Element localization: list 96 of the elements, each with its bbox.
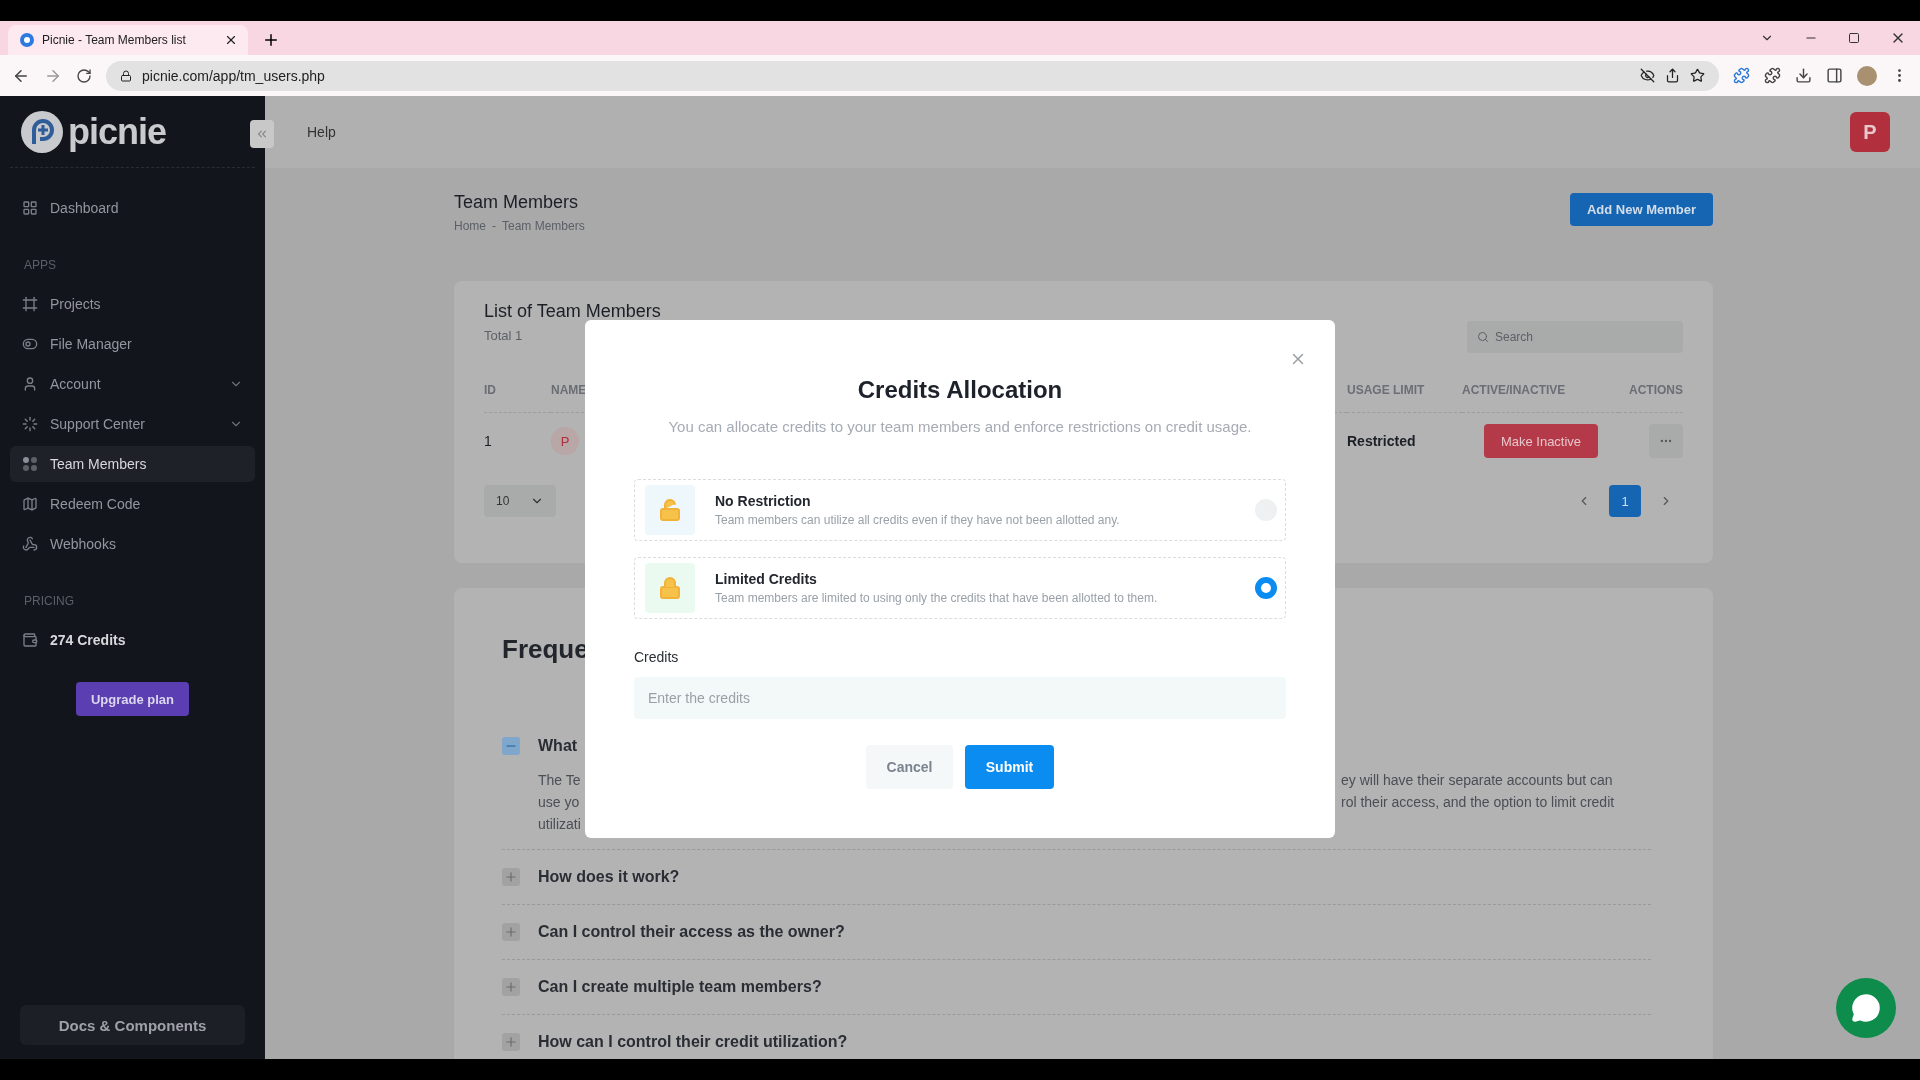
column-header: ACTIONS — [1619, 383, 1683, 413]
faq-question[interactable]: Can I create multiple team members? — [538, 978, 822, 996]
page-size-select[interactable]: 10 — [484, 485, 556, 517]
docs-button[interactable]: Docs & Components — [20, 1005, 245, 1045]
restriction-option[interactable]: Limited Credits Team members are limited to using only the credits that have been allotted to them. — [634, 557, 1286, 619]
extension-icon[interactable] — [1733, 67, 1750, 84]
table-cell-text: 1 — [484, 432, 493, 451]
plus-icon — [504, 925, 518, 939]
answer-text: use yo — [538, 793, 580, 812]
collapse-toggle[interactable] — [502, 737, 520, 755]
credits-label: Credits — [634, 649, 680, 665]
radio-button[interactable] — [1255, 577, 1277, 599]
faq-question[interactable]: How can I control their credit utilization? — [538, 1033, 848, 1051]
option-description: Team members are limited to using only the credits that have been allotted to them. — [715, 591, 1159, 605]
restriction-option[interactable]: No Restriction Team members can utilize all credits even if they have not been allotted any. — [634, 479, 1286, 541]
expand-toggle[interactable] — [502, 923, 520, 941]
wallet-icon — [22, 632, 38, 648]
reload-icon[interactable] — [76, 67, 92, 84]
favicon-icon — [20, 33, 34, 47]
card-title: List of Team Members — [484, 301, 661, 322]
submit-button[interactable]: Submit — [965, 745, 1054, 789]
sidebar-item[interactable]: Webhooks — [10, 526, 255, 562]
answer-text: utilizati — [538, 815, 581, 834]
restore-icon[interactable] — [1848, 32, 1860, 44]
lock-icon — [120, 69, 132, 82]
star-icon[interactable] — [1690, 68, 1705, 83]
breadcrumb-item: Team Members — [502, 219, 585, 233]
plus-icon — [504, 1035, 518, 1049]
map-icon — [22, 496, 38, 512]
faq-question[interactable]: How does it work? — [538, 868, 680, 886]
column-header: USAGE LIMIT — [1347, 383, 1462, 413]
padlock-icon — [645, 563, 695, 613]
answer-text: The Te — [538, 771, 581, 790]
logo-icon — [20, 109, 64, 154]
faq-title: Freque — [502, 634, 589, 664]
expand-toggle[interactable] — [502, 868, 520, 886]
new-tab-icon[interactable] — [262, 31, 280, 49]
sidebar-item[interactable]: Dashboard — [10, 190, 255, 226]
unlocked-padlock-icon — [645, 485, 695, 535]
breadcrumb-separator: - — [492, 219, 496, 233]
sidebar-item[interactable]: Team Members — [10, 446, 255, 482]
search-icon — [1477, 331, 1489, 343]
user-avatar[interactable]: P — [1850, 112, 1890, 152]
plus-icon — [504, 870, 518, 884]
side-panel-icon[interactable] — [1826, 67, 1843, 84]
option-description: Team members can utilize all credits even if they have not been allotted any. — [715, 513, 1121, 527]
user-icon — [22, 376, 38, 392]
sidebar-item[interactable]: Projects — [10, 286, 255, 322]
eye-off-icon[interactable] — [1640, 68, 1655, 83]
page-title: Team Members — [454, 192, 580, 213]
upgrade-button[interactable]: Upgrade plan — [76, 682, 189, 716]
option-title: Limited Credits — [715, 571, 818, 587]
sidebar-item[interactable]: 274 Credits — [10, 622, 255, 658]
chat-icon — [1851, 993, 1881, 1023]
plus-icon — [504, 980, 518, 994]
answer-text: rol their access, and the option to limit credit — [1341, 793, 1615, 812]
help-link[interactable]: Help — [307, 124, 336, 140]
option-title: No Restriction — [715, 493, 812, 509]
dashboard-icon — [22, 200, 38, 216]
faq-question[interactable]: What — [538, 737, 578, 755]
browser-tab[interactable]: Picnie - Team Members list — [8, 25, 248, 55]
share-icon[interactable] — [1665, 68, 1680, 83]
credits-input[interactable]: Enter the credits — [634, 677, 1286, 719]
spinner-icon — [22, 416, 38, 432]
member-avatar: P — [551, 427, 579, 455]
table-cell-text: Restricted — [1347, 432, 1417, 451]
profile-avatar[interactable] — [1857, 65, 1877, 86]
sidebar-item[interactable]: Support Center — [10, 406, 255, 442]
toggle-icon — [22, 336, 38, 352]
url-text: picnie.com/app/tm_users.php — [142, 67, 326, 84]
section-heading: PRICING — [23, 594, 75, 608]
sidebar-item[interactable]: Account — [10, 366, 255, 402]
cancel-button[interactable]: Cancel — [866, 745, 953, 789]
logo-text: picnie — [68, 110, 167, 153]
address-bar[interactable]: picnie.com/app/tm_users.php — [106, 60, 1719, 91]
section-heading: APPS — [23, 258, 57, 272]
sidebar-item[interactable]: Redeem Code — [10, 486, 255, 522]
tab-title: Picnie - Team Members list — [42, 33, 187, 47]
sidebar-item[interactable]: File Manager — [10, 326, 255, 362]
extensions-icon[interactable] — [1764, 67, 1781, 84]
download-icon[interactable] — [1795, 67, 1812, 84]
answer-text: ey will have their separate accounts but can — [1341, 771, 1613, 790]
column-header: ID — [484, 383, 551, 413]
page-button[interactable]: 1 — [1609, 485, 1641, 517]
dialog-subtitle: You can allocate credits to your team members and enforce restrictions on credit usage. — [667, 418, 1253, 435]
expand-toggle[interactable] — [502, 1033, 520, 1051]
total-count: Total 1 — [484, 328, 524, 343]
expand-toggle[interactable] — [502, 978, 520, 996]
webhook-icon — [22, 536, 38, 552]
faq-question[interactable]: Can I control their access as the owner? — [538, 923, 845, 941]
double-chevron-left-icon — [255, 127, 269, 141]
close-icon[interactable] — [224, 33, 238, 47]
frame-icon — [22, 296, 38, 312]
column-header: ACTIVE/INACTIVE — [1462, 383, 1619, 413]
add-member-button[interactable]: Add New Member — [1569, 193, 1713, 226]
team-icon — [22, 456, 38, 472]
